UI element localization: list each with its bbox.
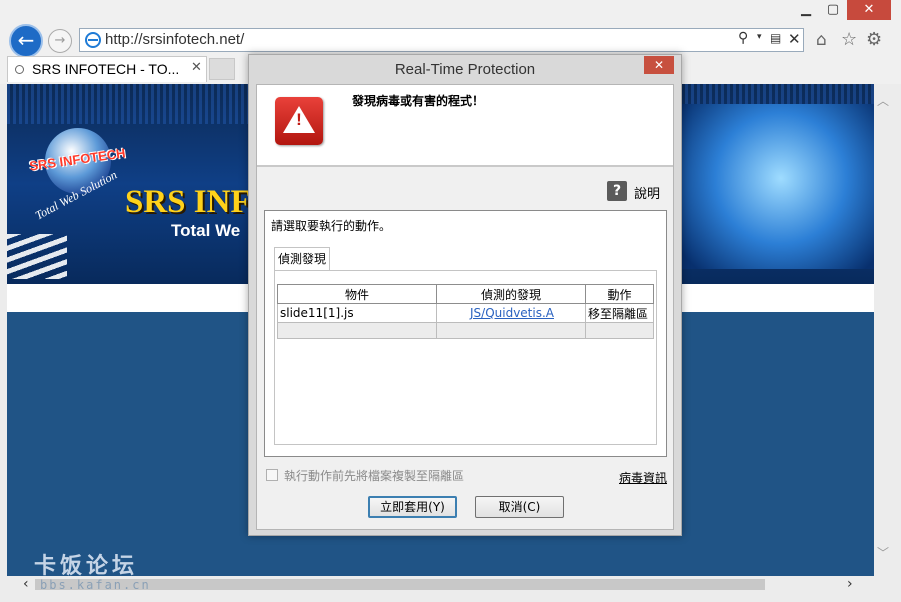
copy-to-quarantine-label: 執行動作前先將檔案複製至隔離區 [284, 469, 465, 483]
table-row[interactable]: slide11[1].js JS/Quidvetis.A 移至隔離區 [277, 303, 654, 323]
home-icon[interactable]: ⌂ [816, 30, 827, 50]
back-button[interactable]: ← [9, 24, 43, 58]
table-row-empty [277, 322, 654, 339]
vertical-scrollbar[interactable]: ︿ ﹀ [874, 84, 891, 576]
stop-icon[interactable]: ✕ [788, 30, 801, 48]
action-prompt: 請選取要執行的動作。 [271, 219, 392, 233]
action-panel: 請選取要執行的動作。 偵測發現 物件 偵測的發現 動作 slide11[1].j… [264, 210, 667, 457]
empty-cell [277, 322, 437, 339]
empty-cell [436, 322, 586, 339]
column-header-detection[interactable]: 偵測的發現 [436, 284, 586, 304]
cell-detection-link[interactable]: JS/Quidvetis.A [436, 303, 586, 323]
virus-info-link[interactable]: 病毒資訊 [619, 469, 667, 486]
window-minimize-button[interactable]: ▁ [793, 0, 819, 20]
exclamation-icon: ! [296, 110, 302, 129]
dialog-content: ! 發現病毒或有害的程式！ ? 說明 請選取要執行的動作。 偵測發現 物件 偵測… [256, 84, 674, 530]
cell-object: slide11[1].js [277, 303, 437, 323]
brand-tagline: Total We [171, 221, 241, 240]
help-icon[interactable]: ? [607, 181, 627, 201]
alert-header: ! 發現病毒或有害的程式！ [257, 85, 673, 167]
detections-tab-panel: 物件 偵測的發現 動作 slide11[1].js JS/Quidvetis.A… [274, 270, 657, 445]
column-header-object[interactable]: 物件 [277, 284, 437, 304]
cell-action-dropdown[interactable]: 移至隔離區 [585, 303, 654, 323]
search-icon[interactable]: ⚲ [738, 30, 748, 46]
column-header-action[interactable]: 動作 [585, 284, 654, 304]
tab-detections[interactable]: 偵測發現 [274, 247, 330, 271]
arrow-right-icon: → [54, 33, 66, 48]
alert-message: 發現病毒或有害的程式！ [352, 94, 485, 108]
arrow-left-icon: ← [17, 28, 35, 52]
decorative-stripes [7, 234, 67, 279]
scroll-up-icon[interactable]: ︿ [877, 92, 889, 109]
realtime-protection-dialog: Real-Time Protection ✕ ! 發現病毒或有害的程式！ ? 說… [248, 54, 682, 536]
help-link[interactable]: 說明 [634, 183, 660, 202]
detections-table: 物件 偵測的發現 動作 slide11[1].js JS/Quidvetis.A… [277, 284, 654, 339]
address-bar[interactable]: http://srsinfotech.net/ ⚲ ▾ ▤ ✕ [79, 28, 804, 52]
watermark-text: 卡饭论坛 [34, 554, 139, 579]
dialog-title: Real-Time Protection [394, 61, 536, 78]
apply-now-button[interactable]: 立即套用(Y) [368, 496, 457, 518]
dialog-close-button[interactable]: ✕ [644, 56, 674, 74]
loading-spinner-icon [15, 65, 24, 74]
browser-tab[interactable]: SRS INFOTECH - TO... ✕ [7, 56, 207, 82]
ie-page-icon [85, 32, 101, 48]
warning-icon: ! [275, 97, 323, 145]
gear-icon[interactable]: ⚙ [866, 29, 882, 50]
tab-title: SRS INFOTECH - TO... [32, 61, 180, 77]
watermark-url: bbs.kafan.cn [40, 578, 151, 592]
window-close-button[interactable]: ✕ [847, 0, 891, 20]
scroll-right-icon[interactable]: › [847, 576, 853, 592]
scroll-down-icon[interactable]: ﹀ [877, 544, 889, 561]
chevron-down-icon[interactable]: ▾ [757, 32, 762, 42]
keyboard-image [667, 104, 874, 269]
scroll-left-icon[interactable]: ‹ [23, 576, 29, 592]
compatibility-view-icon[interactable]: ▤ [770, 31, 781, 45]
forward-button[interactable]: → [48, 29, 72, 53]
brand-name: SRS INF [125, 184, 251, 220]
window-maximize-button[interactable]: ▢ [820, 0, 846, 20]
tab-close-icon[interactable]: ✕ [191, 60, 202, 75]
cancel-button[interactable]: 取消(C) [475, 496, 564, 518]
table-header-row: 物件 偵測的發現 動作 [277, 284, 654, 304]
new-tab-button[interactable] [209, 58, 235, 80]
favorites-star-icon[interactable]: ☆ [841, 29, 857, 50]
empty-cell [585, 322, 654, 339]
copy-to-quarantine-checkbox[interactable] [266, 469, 278, 481]
address-url[interactable]: http://srsinfotech.net/ [105, 31, 244, 48]
